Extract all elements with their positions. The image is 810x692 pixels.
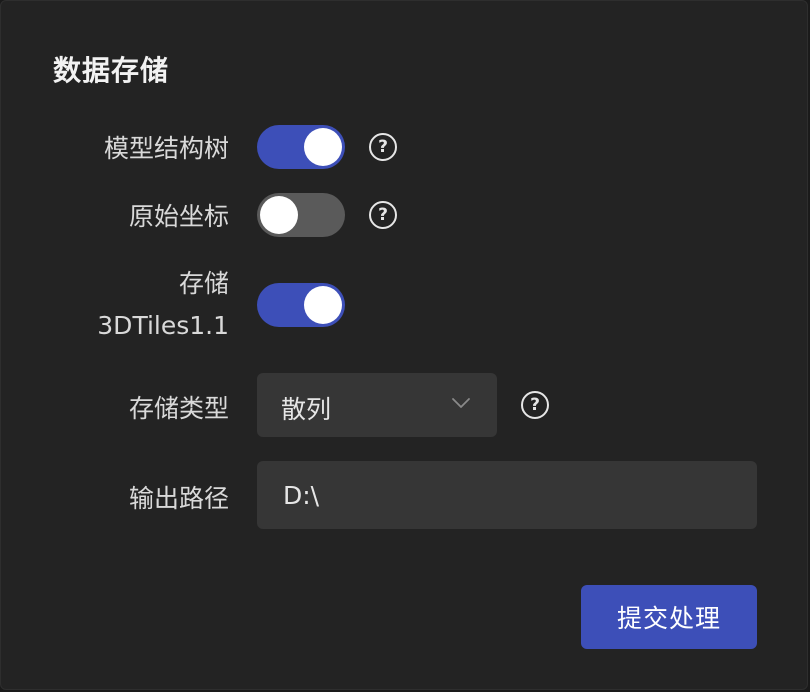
store-3dtiles-toggle[interactable] <box>257 283 345 327</box>
help-icon[interactable]: ? <box>369 201 397 229</box>
toggle-knob <box>304 286 342 324</box>
toggle-knob <box>304 128 342 166</box>
store-3dtiles-label-line1: 存储 <box>178 269 229 298</box>
store-3dtiles-label-line2: 3DTiles1.1 <box>97 311 229 340</box>
panel-title: 数据存储 <box>53 54 170 87</box>
help-icon[interactable]: ? <box>521 391 549 419</box>
toggle-knob <box>260 196 298 234</box>
output-path-input[interactable] <box>257 461 757 529</box>
original-coords-label: 原始坐标 <box>128 202 229 231</box>
help-icon[interactable]: ? <box>369 133 397 161</box>
model-tree-toggle[interactable] <box>257 125 345 169</box>
storage-type-value: 散列 <box>281 395 332 424</box>
model-tree-label: 模型结构树 <box>103 134 229 163</box>
original-coords-toggle[interactable] <box>257 193 345 237</box>
chevron-down-icon <box>452 398 470 408</box>
storage-type-select[interactable]: 散列 <box>257 373 497 437</box>
store-3dtiles-label: 存储 3DTiles1.1 <box>97 263 229 347</box>
storage-type-label: 存储类型 <box>128 394 229 423</box>
output-path-label: 输出路径 <box>128 484 229 513</box>
submit-button[interactable]: 提交处理 <box>581 585 757 649</box>
data-storage-panel: 数据存储 模型结构树 ? 原始坐标 ? 存储 3DTiles1.1 存储类型 散… <box>0 0 808 690</box>
